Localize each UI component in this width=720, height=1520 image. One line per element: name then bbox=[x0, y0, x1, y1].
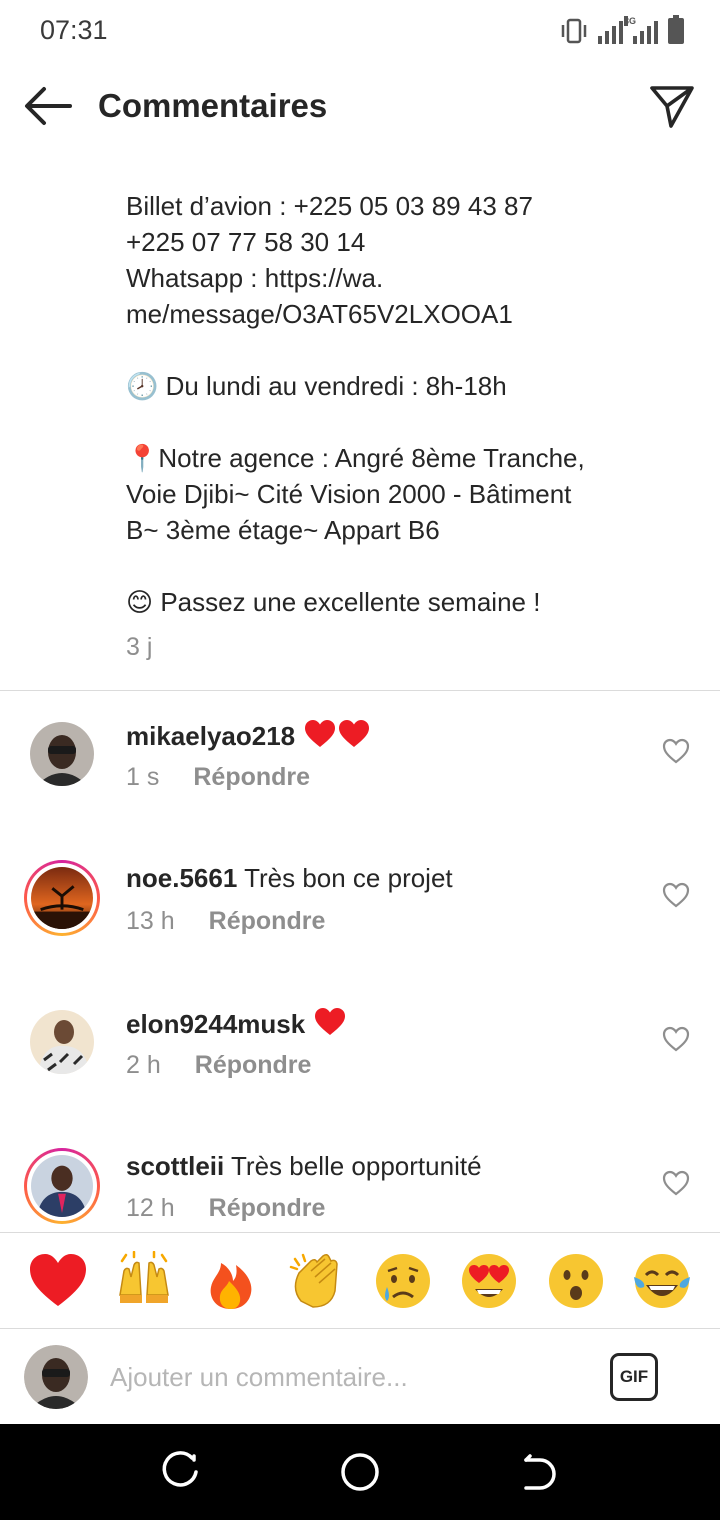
avatar[interactable] bbox=[24, 860, 100, 936]
emoji-reaction-bar bbox=[0, 1232, 720, 1328]
comment-text: scottleii Très belle opportunité bbox=[126, 1151, 482, 1182]
red-heart-emoji-icon bbox=[339, 720, 370, 747]
comment-body: Très belle opportunité bbox=[231, 1151, 482, 1181]
comment-timestamp: 12 h bbox=[126, 1194, 175, 1222]
status-bar: 07:31 3G bbox=[0, 0, 720, 60]
home-icon[interactable] bbox=[338, 1450, 382, 1494]
red-heart-emoji-icon bbox=[315, 1008, 346, 1035]
heart-eyes-face-emoji-icon[interactable] bbox=[459, 1251, 519, 1311]
fire-emoji-icon[interactable] bbox=[201, 1251, 261, 1311]
like-heart-icon[interactable] bbox=[662, 1026, 690, 1052]
raising-hands-emoji-icon[interactable] bbox=[114, 1250, 174, 1311]
comment-text: noe.5661 Très bon ce projet bbox=[126, 863, 453, 894]
comment-timestamp: 13 h bbox=[126, 907, 175, 935]
share-send-icon[interactable] bbox=[648, 82, 696, 130]
comment-item: noe.5661 Très bon ce projet 13 h Répondr… bbox=[0, 860, 720, 996]
reply-button[interactable]: Répondre bbox=[195, 1051, 312, 1080]
caption-timestamp: 3 j bbox=[126, 633, 153, 661]
comment-username[interactable]: scottleii bbox=[126, 1151, 224, 1181]
comment-timestamp: 1 s bbox=[126, 763, 160, 791]
system-navigation-bar bbox=[0, 1424, 720, 1520]
comment-body: Très bon ce projet bbox=[244, 863, 453, 893]
sad-face-emoji-icon[interactable] bbox=[373, 1251, 433, 1311]
comment-username[interactable]: elon9244musk bbox=[126, 1009, 305, 1039]
comment-meta: 2 h Répondre bbox=[126, 1051, 311, 1080]
avatar[interactable] bbox=[24, 1148, 100, 1224]
reply-button[interactable]: Répondre bbox=[209, 907, 326, 936]
red-heart-emoji-icon[interactable] bbox=[28, 1251, 88, 1311]
gif-button[interactable]: GIF bbox=[610, 1353, 658, 1401]
comment-item: mikaelyao218 1 s Répondre bbox=[0, 719, 720, 852]
comment-composer: GIF bbox=[0, 1328, 720, 1424]
clapping-hands-emoji-icon[interactable] bbox=[287, 1251, 347, 1311]
comment-text: mikaelyao218 bbox=[126, 719, 370, 752]
reply-button[interactable]: Répondre bbox=[209, 1194, 326, 1223]
network-type: 3G bbox=[624, 16, 637, 26]
tears-of-joy-face-emoji-icon[interactable] bbox=[632, 1251, 692, 1311]
comment-item: elon9244musk 2 h Répondre bbox=[0, 1007, 720, 1140]
back-nav-icon[interactable] bbox=[518, 1450, 562, 1494]
comment-username[interactable]: noe.5661 bbox=[126, 863, 237, 893]
signal-icon-sim1: 3G bbox=[598, 16, 636, 44]
header: Commentaires bbox=[0, 60, 720, 156]
avatar[interactable] bbox=[30, 1010, 94, 1074]
post-caption: Billet d’avion : +225 05 03 89 43 87 +22… bbox=[126, 191, 585, 617]
reply-button[interactable]: Répondre bbox=[193, 763, 310, 792]
page-title: Commentaires bbox=[98, 87, 328, 124]
signal-icon-sim2 bbox=[633, 20, 658, 44]
status-time: 07:31 bbox=[40, 15, 108, 45]
battery-icon bbox=[668, 15, 684, 44]
surprised-face-emoji-icon[interactable] bbox=[546, 1251, 606, 1311]
avatar[interactable] bbox=[30, 722, 94, 786]
avatar bbox=[24, 1345, 88, 1409]
status-icons: 3G bbox=[560, 15, 684, 44]
recent-apps-icon[interactable] bbox=[158, 1450, 202, 1494]
like-heart-icon[interactable] bbox=[662, 738, 690, 764]
comment-input[interactable] bbox=[110, 1359, 590, 1395]
red-heart-emoji-icon bbox=[305, 720, 336, 747]
comment-timestamp: 2 h bbox=[126, 1051, 161, 1079]
divider bbox=[0, 690, 720, 691]
comment-meta: 12 h Répondre bbox=[126, 1194, 325, 1223]
vibrate-icon bbox=[560, 18, 588, 44]
comment-meta: 1 s Répondre bbox=[126, 763, 310, 792]
comment-meta: 13 h Répondre bbox=[126, 907, 325, 936]
comment-username[interactable]: mikaelyao218 bbox=[126, 721, 295, 751]
back-arrow-icon[interactable] bbox=[22, 84, 74, 128]
like-heart-icon[interactable] bbox=[662, 882, 690, 908]
like-heart-icon[interactable] bbox=[662, 1170, 690, 1196]
comment-text: elon9244musk bbox=[126, 1007, 346, 1040]
